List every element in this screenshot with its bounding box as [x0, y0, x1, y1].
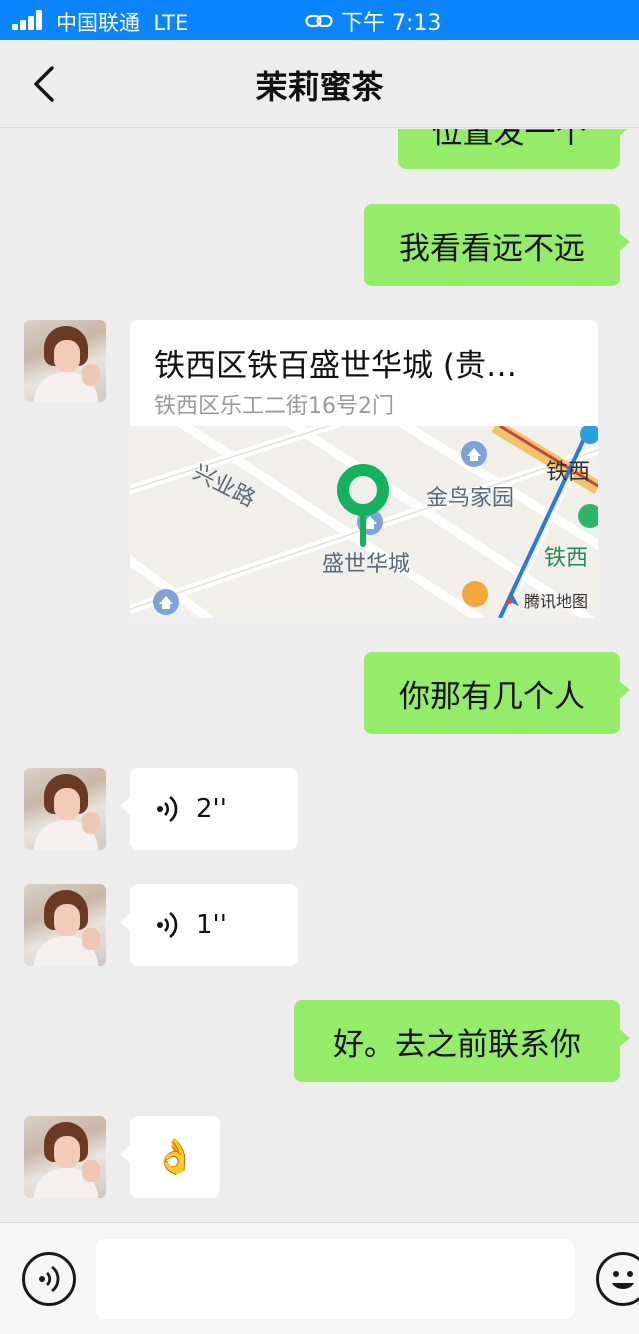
location-card[interactable]: 铁西区铁百盛世华城 (贵… 铁西区乐工二街16号2门 兴业路 金鸟家园 盛世华城…	[130, 320, 598, 618]
page-title: 茉莉蜜茶	[255, 68, 384, 106]
message-text: 好。去之前联系你	[333, 1026, 581, 1063]
map-provider: 腾讯地图	[504, 588, 588, 612]
message-text: 你那有几个人	[399, 678, 585, 715]
message-text: 我看看远不远	[399, 230, 585, 267]
avatar[interactable]	[24, 320, 106, 402]
map-place-label: 铁西	[546, 460, 591, 485]
smiley-icon	[612, 1271, 634, 1290]
emoji-button[interactable]	[596, 1252, 639, 1306]
location-address: 铁西区乐工二街16号2门	[154, 394, 394, 419]
status-bar: 中国联通 LTE 下午 7:13	[0, 0, 639, 40]
map-place-label: 金鸟家园	[426, 486, 515, 511]
message-bubble-outgoing[interactable]: 我看看远不远	[364, 204, 630, 286]
ok-hand-emoji: 👌	[153, 1137, 197, 1177]
message-bubble-outgoing[interactable]: 好。去之前联系你	[294, 1000, 630, 1082]
map-provider-icon	[504, 593, 519, 606]
chat-area[interactable]: 位置发一个 我看看远不远 铁西区铁百盛世华城 (贵… 铁西区乐工二街16号2门	[0, 129, 639, 1222]
status-center: 下午 7:13	[305, 5, 441, 37]
message-text: 位置发一个	[431, 129, 587, 151]
input-bar	[0, 1222, 639, 1334]
voice-duration: 1''	[196, 910, 227, 940]
voice-message[interactable]: 1''	[120, 884, 298, 966]
carrier-label: 中国联通 LTE	[56, 11, 189, 35]
status-time: 下午 7:13	[341, 11, 442, 36]
voice-wave-icon	[157, 795, 178, 823]
map-preview: 兴业路 金鸟家园 盛世华城 铁西 铁西 腾讯地图	[130, 335, 598, 618]
map-place-label: 铁西	[544, 546, 589, 571]
avatar[interactable]	[24, 1116, 106, 1198]
message-bubble-outgoing[interactable]: 你那有几个人	[364, 652, 630, 734]
message-bubble-outgoing[interactable]: 位置发一个	[398, 129, 630, 169]
voice-duration: 2''	[196, 794, 227, 824]
message-input[interactable]	[96, 1239, 574, 1319]
avatar[interactable]	[24, 768, 106, 850]
nav-bar: 茉莉蜜茶	[0, 40, 639, 128]
location-title: 铁西区铁百盛世华城 (贵…	[154, 348, 517, 384]
signal-icon	[12, 10, 48, 30]
voice-input-button[interactable]	[22, 1252, 76, 1306]
voice-wave-icon	[157, 911, 178, 939]
emoji-message[interactable]: 👌	[120, 1116, 220, 1198]
link-icon	[305, 14, 333, 28]
voice-icon	[39, 1265, 60, 1293]
avatar[interactable]	[24, 884, 106, 966]
map-place-label: 盛世华城	[322, 552, 411, 577]
voice-message[interactable]: 2''	[120, 768, 298, 850]
